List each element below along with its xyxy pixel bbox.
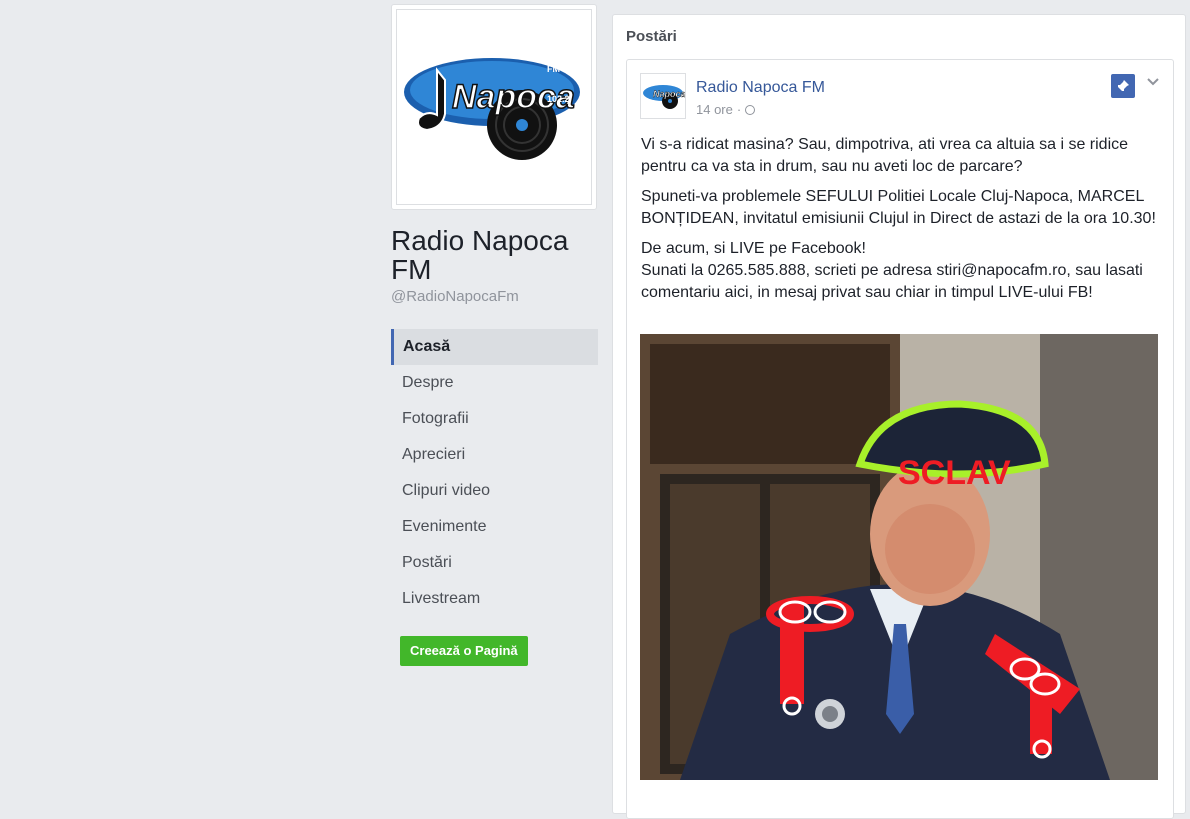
svg-text:FM: FM: [547, 64, 560, 74]
page-nav: Acasă Despre Fotografii Aprecieri Clipur…: [391, 329, 598, 617]
posts-panel: Postări Napoca Radio Napoca FM 14 ore · …: [612, 14, 1186, 819]
pin-icon[interactable]: [1111, 74, 1135, 98]
nav-item-posts[interactable]: Postări: [391, 545, 598, 581]
nav-item-photos[interactable]: Fotografii: [391, 401, 598, 437]
post-author-avatar[interactable]: Napoca: [640, 73, 686, 119]
post-photo[interactable]: SCLAV: [640, 334, 1158, 780]
profile-picture[interactable]: Napoca FM 102.2: [396, 9, 592, 205]
post-paragraph: Spuneti-va problemele SEFULUI Politiei L…: [641, 188, 1156, 227]
post-author-name[interactable]: Radio Napoca FM: [696, 79, 825, 97]
nav-item-likes[interactable]: Aprecieri: [391, 437, 598, 473]
page-title[interactable]: Radio Napoca FM: [391, 226, 601, 284]
radio-logo: Napoca FM 102.2: [404, 58, 580, 160]
post-timestamp: 14 ore ·: [696, 102, 756, 117]
svg-text:SCLAV: SCLAV: [898, 454, 1011, 492]
create-page-button[interactable]: Creează o Pagină: [400, 636, 528, 666]
svg-text:102.2: 102.2: [547, 94, 570, 104]
profile-picture-frame[interactable]: Napoca FM 102.2: [391, 4, 597, 210]
page-username[interactable]: @RadioNapocaFm: [391, 288, 519, 305]
nav-item-events[interactable]: Evenimente: [391, 509, 598, 545]
post-paragraph: Vi s-a ridicat masina? Sau, dimpotriva, …: [641, 136, 1129, 175]
post-body: Vi s-a ridicat masina? Sau, dimpotriva, …: [641, 134, 1161, 312]
globe-icon: [745, 104, 756, 115]
nav-item-livestream[interactable]: Livestream: [391, 581, 598, 617]
chevron-down-icon[interactable]: [1143, 72, 1163, 92]
meta-separator: ·: [736, 102, 742, 117]
post-paragraph: De acum, si LIVE pe Facebook!: [641, 240, 866, 257]
nav-item-videos[interactable]: Clipuri video: [391, 473, 598, 509]
posts-section-title: Postări: [626, 28, 677, 45]
svg-text:Napoca: Napoca: [653, 89, 685, 99]
nav-item-about[interactable]: Despre: [391, 365, 598, 401]
post-paragraph: Sunati la 0265.585.888, scrieti pe adres…: [641, 262, 1143, 301]
pinned-post: Napoca Radio Napoca FM 14 ore · Vi s-a r…: [626, 59, 1174, 819]
nav-item-home[interactable]: Acasă: [391, 329, 598, 365]
post-time[interactable]: 14 ore: [696, 102, 733, 117]
